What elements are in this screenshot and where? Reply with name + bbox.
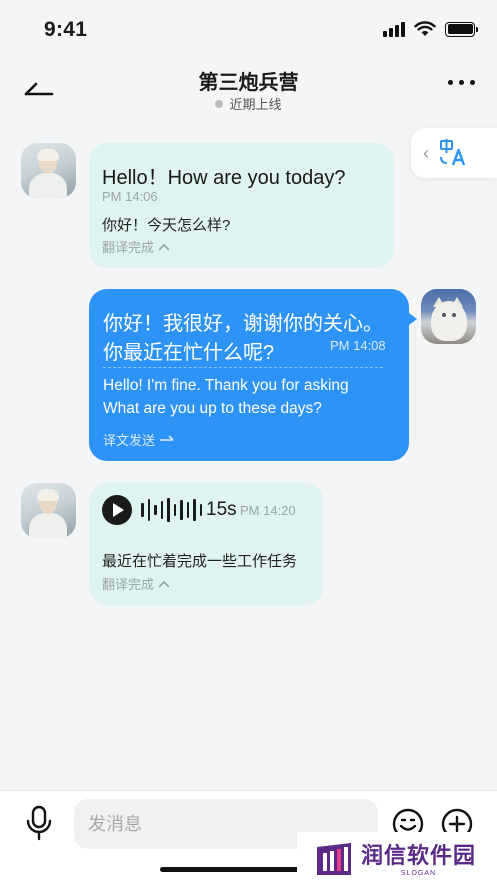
status-icons xyxy=(383,21,478,37)
chevron-up-icon xyxy=(158,243,170,251)
message-text: Hello！How are you today? xyxy=(102,167,346,189)
incoming-message-bubble[interactable]: Hello！How are you today? PM 14:06 你好！今天怎… xyxy=(89,143,394,268)
message-translation-line2: What are you up to these days? xyxy=(103,400,322,417)
status-time: 9:41 xyxy=(44,18,88,41)
translation-status[interactable]: 翻译完成 xyxy=(102,574,170,593)
chevron-up-icon xyxy=(158,580,170,588)
watermark-text: 润信软件园 SLOGAN xyxy=(361,838,476,877)
translation-status[interactable]: 翻译完成 xyxy=(102,237,170,256)
chevron-left-icon: ‹ xyxy=(423,142,429,163)
message-text-line1: 你好！我很好，谢谢你的关心。 xyxy=(103,313,383,335)
presence-label: 近期上线 xyxy=(229,97,282,112)
waveform-icon xyxy=(141,498,202,522)
my-avatar[interactable] xyxy=(421,289,476,344)
translation-status-label: 翻译完成 xyxy=(102,240,155,255)
battery-icon xyxy=(445,21,478,37)
play-icon[interactable] xyxy=(102,495,132,525)
watermark-slogan: SLOGAN xyxy=(400,870,437,877)
send-translation-status[interactable]: 译文发送 xyxy=(103,430,175,449)
wifi-icon xyxy=(414,21,436,36)
message-translation: 你好！今天怎么样? xyxy=(102,217,231,234)
translation-divider xyxy=(103,367,383,368)
message-time: PM 14:20 xyxy=(240,503,296,518)
message-translation: 最近在忙着完成一些工作任务 xyxy=(102,553,298,570)
chat-title: 第三炮兵营 xyxy=(198,72,299,94)
home-indicator xyxy=(160,867,300,872)
send-translation-label: 译文发送 xyxy=(103,433,156,448)
microphone-icon[interactable] xyxy=(24,805,54,841)
chat-header: 第三炮兵营 近期上线 xyxy=(0,58,497,120)
presence-status: 近期上线 xyxy=(0,94,497,113)
voice-duration: 15s xyxy=(206,499,237,520)
outgoing-message-bubble[interactable]: 你好！我很好，谢谢你的关心。 你最近在忙什么呢? PM 14:08 Hello!… xyxy=(89,289,409,461)
contact-avatar[interactable] xyxy=(21,143,76,198)
signal-icon xyxy=(383,21,405,37)
watermark-title: 润信软件园 xyxy=(361,844,477,869)
more-options-icon[interactable] xyxy=(448,80,475,85)
arrow-right-icon xyxy=(160,434,174,441)
translation-status-label: 翻译完成 xyxy=(102,577,155,592)
contact-avatar[interactable] xyxy=(21,483,76,538)
presence-dot-icon xyxy=(215,99,224,108)
message-text-line2: 你最近在忙什么呢? xyxy=(103,342,275,364)
message-time: PM 14:08 xyxy=(330,338,386,353)
brand-logo-icon xyxy=(317,842,351,875)
incoming-voice-bubble[interactable]: 15s PM 14:20 最近在忙着完成一些工作任务 翻译完成 xyxy=(89,483,323,605)
message-time: PM 14:06 xyxy=(102,189,158,204)
bubble-tail xyxy=(409,313,417,325)
translate-icon xyxy=(440,139,466,166)
translate-toggle-tab[interactable]: ‹ xyxy=(411,128,497,178)
message-translation-line1: Hello! I'm fine. Thank you for asking xyxy=(103,377,349,394)
status-bar: 9:41 xyxy=(0,0,497,58)
watermark-logo: 润信软件园 SLOGAN xyxy=(297,832,497,883)
